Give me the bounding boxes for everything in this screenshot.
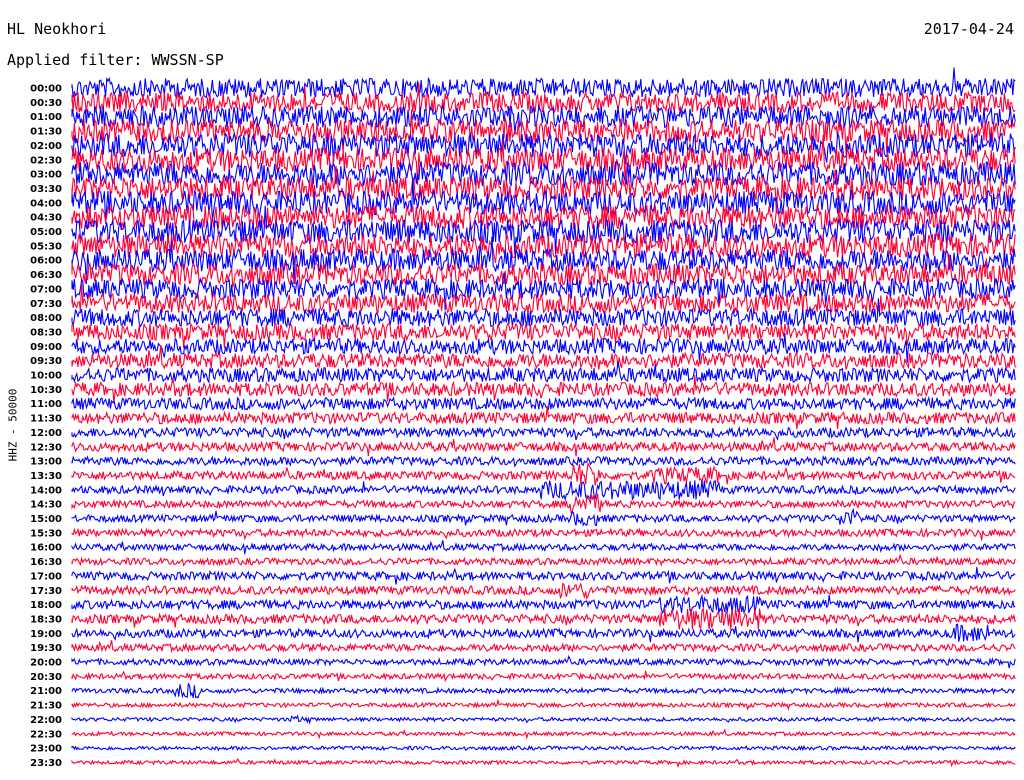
row-label-20: 10:00 [30, 371, 62, 382]
trace-row-22 [71, 395, 1016, 412]
row-label-31: 15:30 [30, 528, 62, 539]
trace-row-14 [71, 272, 1016, 311]
row-label-22: 11:00 [30, 399, 62, 410]
row-label-41: 20:30 [30, 672, 62, 683]
trace-row-42 [71, 682, 1016, 699]
row-label-30: 15:00 [30, 514, 62, 525]
trace-row-0 [71, 67, 1016, 99]
row-label-42: 21:00 [30, 686, 62, 697]
row-label-9: 04:30 [30, 213, 62, 224]
row-label-36: 18:00 [30, 600, 62, 611]
row-label-12: 06:00 [30, 256, 62, 267]
row-label-18: 09:00 [30, 342, 62, 353]
row-label-32: 16:00 [30, 543, 62, 554]
row-label-28: 14:00 [30, 485, 62, 496]
row-label-25: 12:30 [30, 442, 62, 453]
row-label-38: 19:00 [30, 629, 62, 640]
row-label-26: 13:00 [30, 457, 62, 468]
row-label-35: 17:30 [30, 586, 62, 597]
row-label-8: 04:00 [30, 198, 62, 209]
row-label-14: 07:00 [30, 284, 62, 295]
trace-row-20 [71, 361, 1016, 384]
row-label-7: 03:30 [30, 184, 62, 195]
row-label-37: 18:30 [30, 614, 62, 625]
row-label-11: 05:30 [30, 241, 62, 252]
row-label-46: 23:00 [30, 744, 62, 755]
row-label-16: 08:00 [30, 313, 62, 324]
row-label-43: 21:30 [30, 701, 62, 712]
trace-row-33 [71, 553, 1016, 567]
trace-row-29 [71, 493, 1016, 515]
helicorder-plot: 00:00 00:30 01:00 01:30 02:00 02:30 03:00 03:30… [30, 67, 1016, 769]
row-label-29: 14:30 [30, 500, 62, 511]
row-label-0: 00:00 [30, 84, 62, 95]
trace-row-45 [71, 728, 1016, 740]
row-label-23: 11:30 [30, 414, 62, 425]
trace-row-37 [71, 606, 1016, 630]
trace-row-19 [71, 344, 1016, 370]
trace-row-35 [71, 582, 1016, 601]
row-label-17: 08:30 [30, 327, 62, 338]
row-label-15: 07:30 [30, 299, 62, 310]
row-label-45: 22:30 [30, 729, 62, 740]
trace-row-27 [71, 461, 1016, 486]
trace-row-24 [71, 425, 1016, 441]
trace-row-40 [71, 654, 1016, 669]
row-label-39: 19:30 [30, 643, 62, 654]
trace-row-28 [71, 479, 1016, 502]
trace-row-21 [71, 374, 1016, 404]
trace-row-23 [71, 405, 1016, 430]
row-label-19: 09:30 [30, 356, 62, 367]
row-label-44: 22:00 [30, 715, 62, 726]
trace-row-41 [71, 670, 1016, 683]
row-label-2: 01:00 [30, 112, 62, 123]
trace-row-26 [71, 455, 1016, 468]
row-label-10: 05:00 [30, 227, 62, 238]
trace-row-25 [71, 437, 1016, 457]
row-label-21: 10:30 [30, 385, 62, 396]
row-label-5: 02:30 [30, 155, 62, 166]
trace-row-30 [71, 507, 1016, 527]
row-label-4: 02:00 [30, 141, 62, 152]
trace-row-47 [71, 758, 1016, 769]
trace-row-46 [71, 744, 1016, 752]
row-label-6: 03:00 [30, 170, 62, 181]
trace-row-34 [71, 567, 1016, 585]
row-label-47: 23:30 [30, 758, 62, 769]
trace-row-36 [71, 593, 1016, 615]
row-label-34: 17:00 [30, 571, 62, 582]
row-label-13: 06:30 [30, 270, 62, 281]
trace-row-44 [71, 714, 1016, 725]
trace-row-32 [71, 540, 1016, 555]
row-label-40: 20:00 [30, 658, 62, 669]
trace-row-31 [71, 527, 1016, 541]
trace-row-8 [71, 177, 1016, 224]
row-label-24: 12:00 [30, 428, 62, 439]
row-label-3: 01:30 [30, 127, 62, 138]
tick-labels: 00:00 00:30 01:00 01:30 02:00 02:30 03:00 03:30… [30, 84, 62, 769]
row-label-27: 13:30 [30, 471, 62, 482]
trace-row-39 [71, 640, 1016, 654]
row-label-33: 16:30 [30, 557, 62, 568]
trace-row-43 [71, 698, 1016, 712]
row-label-1: 00:30 [30, 98, 62, 109]
trace-row-38 [71, 623, 1016, 643]
trace-group [71, 67, 1016, 769]
